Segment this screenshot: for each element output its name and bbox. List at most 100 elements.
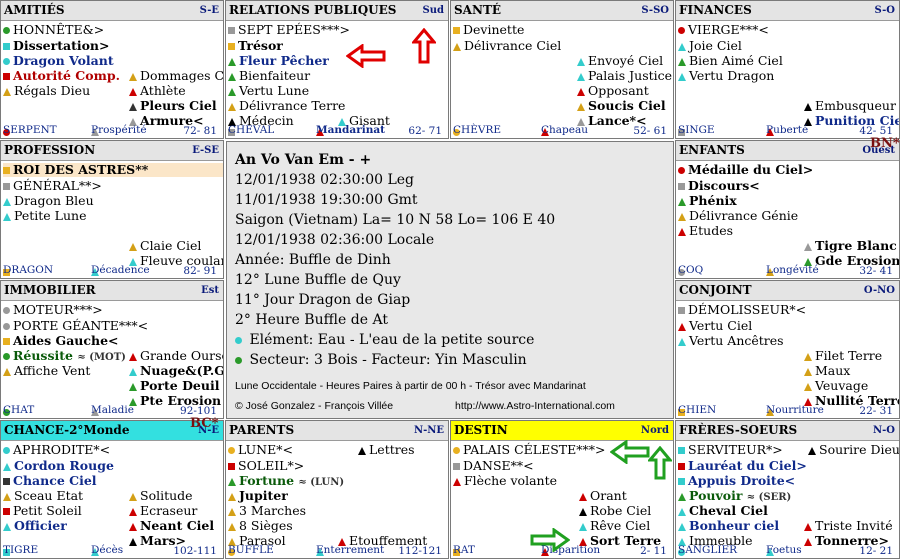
star-item: GÉNÉRAL**> — [3, 179, 102, 193]
house-name: AMITIÉS — [4, 3, 65, 17]
house-footer: DRAGON Décadence 82- 91 — [3, 264, 217, 277]
house-enfants[interactable]: ENFANTS Ouest Médaille du Ciel> Discours<… — [675, 140, 900, 279]
star-item: Lauréat du Ciel> — [678, 459, 807, 473]
star-item: Soucis Ciel — [577, 99, 666, 113]
star-item: DÉMOLISSEUR*< — [678, 303, 806, 317]
center-note: Lune Occidentale - Heures Paires à parti… — [235, 380, 586, 392]
star-item: Neant Ciel — [129, 519, 214, 533]
house-direction: S-E — [199, 5, 219, 16]
house-chance[interactable]: CHANCE-2°Monde N-E APHRODITE*< Cordon Rou… — [0, 420, 224, 559]
website-link[interactable]: http://www.Astro-International.com — [455, 400, 615, 412]
house-name: SANTÉ — [454, 3, 502, 17]
star-item: Phénix — [678, 194, 737, 208]
house-finances[interactable]: FINANCES S-O VIERGE***< Joie Ciel Bien Ai… — [675, 0, 900, 139]
star-item: Flèche volante — [453, 474, 557, 488]
house-name: DESTIN — [454, 423, 508, 437]
house-direction: Nord — [640, 425, 669, 436]
house-conjoint[interactable]: CONJOINT O-NO DÉMOLISSEUR*< Vertu Ciel Ve… — [675, 280, 900, 419]
house-direction: Sud — [422, 5, 444, 16]
house-freres-soeurs[interactable]: FRÈRES-SOEURS N-O SERVITEUR*> Lauréat du … — [675, 420, 900, 559]
star-item: Palais Justice — [577, 69, 672, 83]
house-direction: O-NO — [863, 285, 895, 296]
house-direction: N-O — [872, 425, 895, 436]
star-item: Sceau Etat — [3, 489, 83, 503]
star-item: Pleurs Ciel — [129, 99, 217, 113]
house-direction: Est — [201, 285, 219, 296]
star-item: Fleur Pêcher — [228, 54, 329, 68]
star-item: Autorité Comp. — [3, 69, 120, 83]
star-item: 3 Marches — [228, 504, 306, 518]
star-item: Trésor — [228, 39, 283, 53]
star-item: Triste Invité — [804, 519, 893, 533]
house-relations[interactable]: RELATIONS PUBLIQUES Sud SEPT EPÉES***> Tr… — [225, 0, 449, 139]
star-item: Bien Aimé Ciel — [678, 54, 783, 68]
star-item: DANSE**< — [453, 459, 534, 473]
house-sante[interactable]: SANTÉ S-SO Devinette Délivrance Ciel Envo… — [450, 0, 674, 139]
star-item: Vertu Ancêtres — [678, 334, 784, 348]
star-item: Tigre Blanc — [804, 239, 897, 253]
house-amities[interactable]: AMITIÉS S-E HONNÊTE&> Dissertation> Drago… — [0, 0, 224, 139]
chart-center-info: An Vo Van Em - + 12/01/1938 02:30:00 Leg… — [226, 141, 674, 419]
green-arrow-right-icon — [530, 528, 570, 552]
star-item: SEPT EPÉES***> — [228, 23, 350, 37]
star-item: Etudes — [678, 224, 733, 238]
day-info: 11° Jour Dragon de Giap — [235, 292, 411, 308]
house-name: PROFESSION — [4, 143, 96, 157]
star-item: Délivrance Génie — [678, 209, 798, 223]
star-item: Vertu Dragon — [678, 69, 774, 83]
star-item: Jupiter — [228, 489, 288, 503]
star-item: SERVITEUR*> — [678, 443, 783, 457]
red-arrow-left-icon — [346, 44, 386, 68]
star-item: Devinette — [453, 23, 524, 37]
birth-gmt: 11/01/1938 19:30:00 Gmt — [235, 192, 418, 208]
house-footer: SANGLIER Foetus 12- 21 — [678, 544, 893, 557]
house-name: RELATIONS PUBLIQUES — [229, 3, 397, 17]
star-item: APHRODITE*< — [3, 443, 110, 457]
star-item: Sourire Dieu — [808, 443, 899, 457]
star-item: Athlète — [129, 84, 186, 98]
house-direction: S-SO — [641, 5, 669, 16]
star-item: Ecraseur — [129, 504, 197, 518]
star-item: Dommages C — [129, 69, 223, 83]
star-item: Délivrance Ciel — [453, 39, 561, 53]
house-name: FINANCES — [679, 3, 752, 17]
bn-marker: BN* — [870, 136, 900, 151]
star-item: MOTEUR***> — [3, 303, 103, 317]
star-item: HONNÊTE&> — [3, 23, 104, 37]
house-profession[interactable]: PROFESSION E-SE ROI DES ASTRES** GÉNÉRAL*… — [0, 140, 224, 279]
star-item: Veuvage — [804, 379, 868, 393]
star-item: Filet Terre — [804, 349, 882, 363]
house-direction: E-SE — [192, 145, 219, 156]
star-item: Claie Ciel — [129, 239, 201, 253]
star-item: Envoyé Ciel — [577, 54, 663, 68]
star-item: Porte Deuil — [129, 379, 219, 393]
green-arrow-up-icon — [648, 446, 672, 480]
star-item: 8 Sièges — [228, 519, 293, 533]
star-item: ROI DES ASTRES** — [3, 163, 223, 177]
star-item: Bonheur ciel — [678, 519, 779, 533]
star-item: Officier — [3, 519, 67, 533]
star-item: Cordon Rouge — [3, 459, 114, 473]
star-item: Orant — [579, 489, 627, 503]
star-item: Nuage&(P.G) — [129, 364, 223, 378]
star-item: Petit Soleil — [3, 504, 82, 518]
star-item: Dissertation> — [3, 39, 110, 53]
star-item: Discours< — [678, 179, 760, 193]
house-name: ENFANTS — [679, 143, 745, 157]
house-footer: SERPENT Prospérité 72- 81 — [3, 124, 217, 137]
house-footer: COQ Longévité 32- 41 — [678, 264, 893, 277]
star-item: Cheval Ciel — [678, 504, 768, 518]
star-item: Opposant — [577, 84, 649, 98]
house-footer: CHÈVRE Chapeau 52- 61 — [453, 124, 667, 137]
star-item: Petite Lune — [3, 209, 86, 223]
bc-marker: BC* — [190, 416, 219, 431]
star-item: PORTE GÉANTE***< — [3, 319, 148, 333]
star-item: Dragon Volant — [3, 54, 114, 68]
house-parents[interactable]: PARENTS N-NE LUNE*< SOLEIL*> Fortune ≈ (L… — [225, 420, 449, 559]
star-item: Solitude — [129, 489, 193, 503]
star-item: Joie Ciel — [678, 39, 742, 53]
star-item: PALAIS CÉLESTE***> — [453, 443, 605, 457]
house-immobilier[interactable]: IMMOBILIER Est MOTEUR***> PORTE GÉANTE***… — [0, 280, 224, 419]
star-item: Embusqueur — [804, 99, 896, 113]
credit: © José Gonzalez - François Villée — [235, 400, 394, 412]
